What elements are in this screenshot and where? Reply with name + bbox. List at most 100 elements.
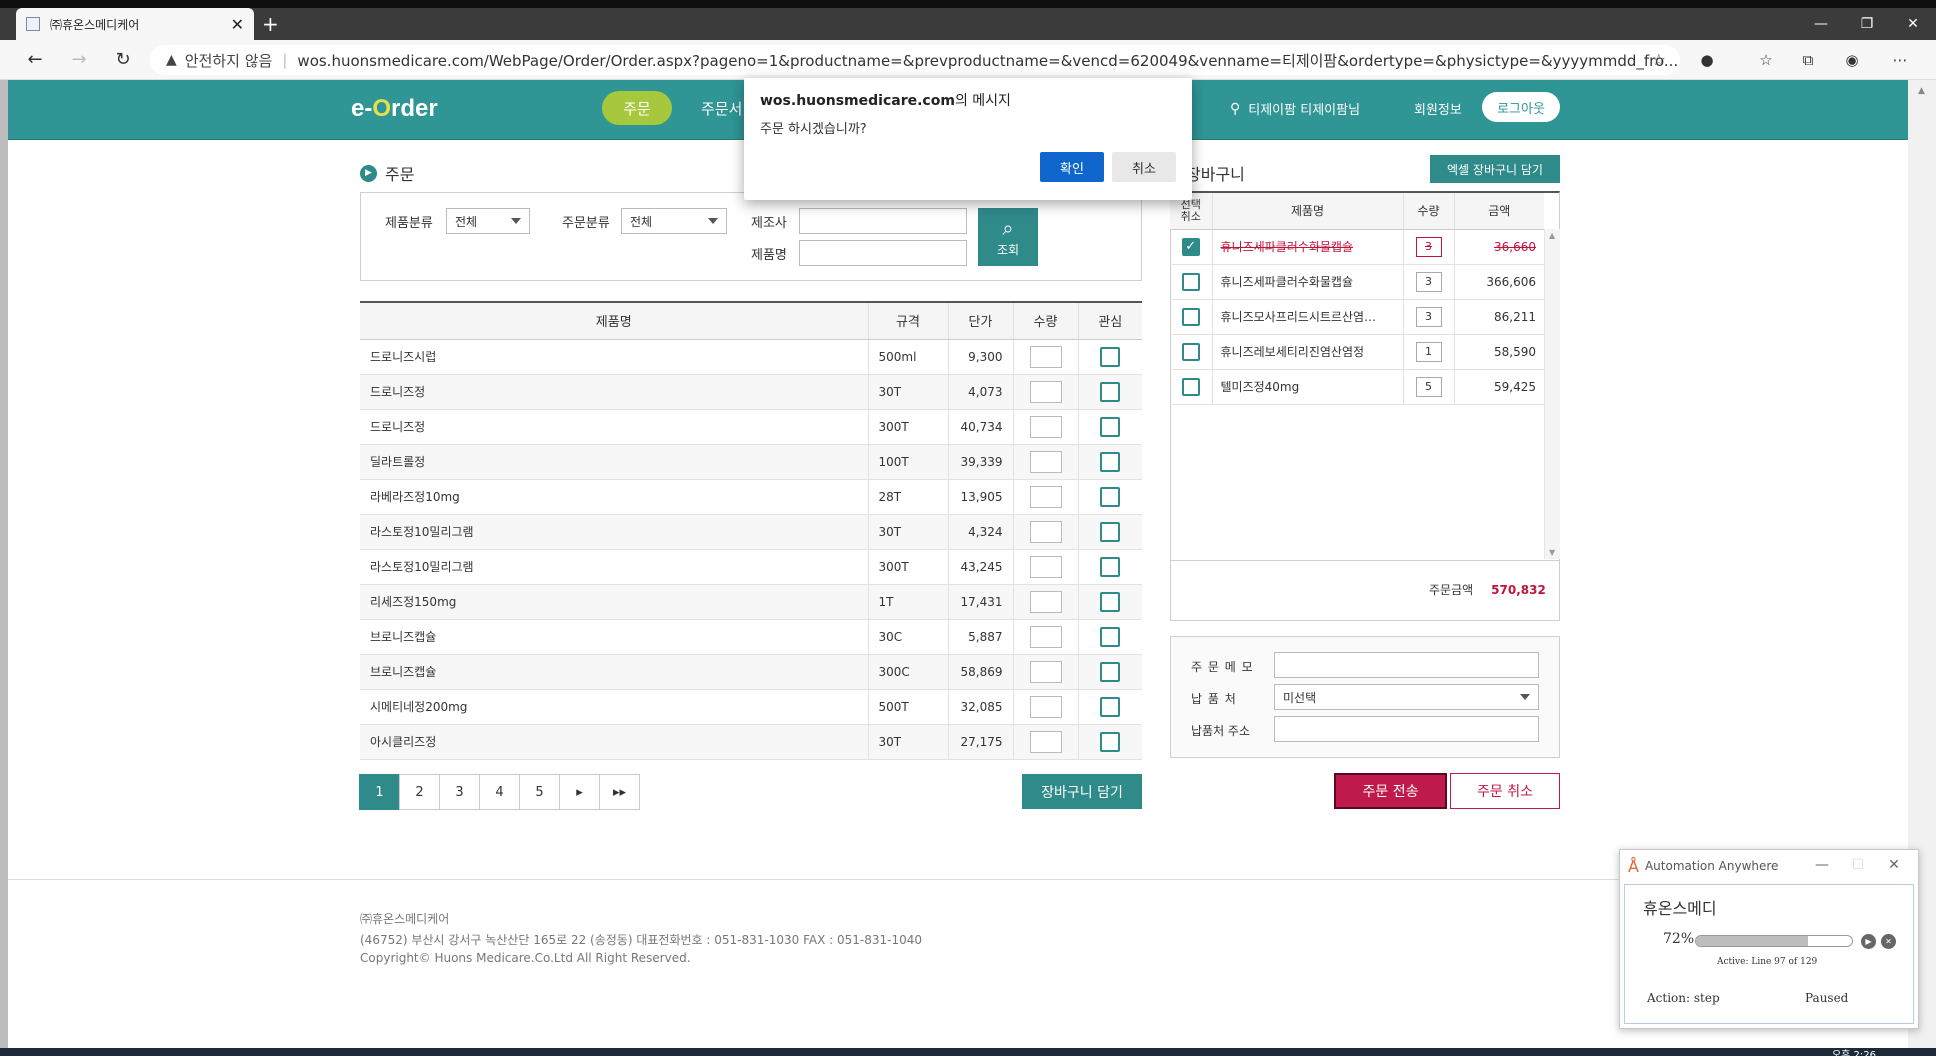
memo-input[interactable] (1274, 652, 1539, 678)
scroll-up-icon[interactable]: ▲ (1918, 86, 1925, 96)
os-taskbar: 오후 2:26 (0, 1048, 1936, 1056)
quantity-input[interactable] (1029, 660, 1062, 683)
page-button[interactable]: 1 (359, 774, 400, 810)
maximize-icon[interactable]: ☐ (1840, 857, 1876, 873)
cart-scrollbar[interactable]: ▲ ▼ (1544, 229, 1560, 559)
excel-cart-button[interactable]: 엑셀 장바구니 담기 (1430, 155, 1560, 183)
page-button[interactable]: 3 (439, 774, 480, 810)
url-separator: | (282, 51, 288, 69)
more-menu-icon[interactable]: ⋯ (1890, 50, 1910, 70)
quantity-input[interactable] (1029, 485, 1062, 508)
cart-qty-cell: 1 (1402, 334, 1454, 370)
address-input[interactable] (1274, 716, 1539, 742)
search-button[interactable]: ⌕ 조회 (978, 208, 1038, 266)
submit-order-button[interactable]: 주문 전송 (1334, 773, 1447, 809)
cart-qty-input[interactable]: 3 (1415, 306, 1442, 327)
chevron-down-icon (1520, 694, 1530, 700)
collections-icon[interactable]: ⧉ (1798, 50, 1818, 70)
stop-icon[interactable]: ✕ (1881, 934, 1896, 949)
page-button[interactable]: ▸▸ (599, 774, 640, 810)
page-button[interactable]: 5 (519, 774, 560, 810)
cancel-checkbox[interactable]: ✓ (1181, 237, 1200, 256)
menu-order-form[interactable]: 주문서 (701, 98, 742, 119)
logout-button[interactable]: 로그아웃 (1482, 92, 1560, 122)
cancel-checkbox[interactable] (1181, 377, 1200, 396)
close-tab-icon[interactable]: ✕ (231, 15, 244, 34)
add-to-cart-button[interactable]: 장바구니 담기 (1022, 774, 1142, 809)
quantity-input[interactable] (1029, 380, 1062, 403)
quantity-input[interactable] (1029, 345, 1062, 368)
site-logo[interactable]: e-Order (351, 95, 438, 123)
product-spec: 300T (867, 549, 948, 585)
order-category-select[interactable]: 전체 (621, 208, 727, 234)
quantity-input[interactable] (1029, 730, 1062, 753)
cart-qty-cell: 5 (1402, 369, 1454, 405)
quantity-input[interactable] (1029, 590, 1062, 613)
interest-checkbox[interactable] (1100, 626, 1121, 647)
refresh-icon[interactable]: ↻ (112, 49, 134, 71)
scroll-down-icon[interactable]: ▼ (1549, 548, 1555, 557)
play-icon[interactable]: ▶ (1861, 934, 1876, 949)
product-spec: 500T (867, 689, 948, 725)
interest-checkbox[interactable] (1100, 696, 1121, 717)
interest-checkbox[interactable] (1100, 731, 1121, 752)
interest-checkbox[interactable] (1100, 381, 1121, 402)
interest-cell (1077, 514, 1142, 550)
dialog-cancel-button[interactable]: 취소 (1112, 152, 1176, 182)
product-price: 9,300 (947, 339, 1013, 375)
restore-icon[interactable]: ❐ (1844, 8, 1890, 40)
quantity-input[interactable] (1029, 555, 1062, 578)
product-name-input[interactable] (799, 240, 967, 266)
interest-checkbox[interactable] (1100, 346, 1121, 367)
minimize-icon[interactable]: — (1798, 8, 1844, 40)
quantity-input[interactable] (1029, 695, 1062, 718)
dialog-message: 주문 하시겠습니까? (760, 122, 867, 137)
cart-qty-input[interactable]: 1 (1415, 341, 1442, 362)
close-icon[interactable]: ✕ (1876, 857, 1912, 873)
delivery-select[interactable]: 미선택 (1274, 684, 1539, 710)
interest-checkbox[interactable] (1100, 521, 1121, 542)
extension-icon[interactable]: ● (1697, 50, 1717, 70)
forward-icon[interactable]: → (68, 49, 90, 71)
interest-checkbox[interactable] (1100, 416, 1121, 437)
interest-checkbox[interactable] (1100, 591, 1121, 612)
favorites-icon[interactable]: ☆ (1756, 50, 1776, 70)
product-category-select[interactable]: 전체 (446, 208, 530, 234)
close-window-icon[interactable]: ✕ (1890, 8, 1936, 40)
interest-checkbox[interactable] (1100, 661, 1121, 682)
cancel-checkbox[interactable] (1181, 342, 1200, 361)
col-cart-amount: 금액 (1453, 193, 1544, 230)
page-button[interactable]: 2 (399, 774, 440, 810)
member-info-link[interactable]: 회원정보 (1414, 99, 1462, 118)
product-spec: 300C (867, 654, 948, 690)
scroll-up-icon[interactable]: ▲ (1549, 231, 1555, 240)
menu-order[interactable]: 주문 (602, 91, 672, 125)
cancel-checkbox[interactable] (1181, 307, 1200, 326)
product-price: 40,734 (947, 409, 1013, 445)
profile-avatar-icon[interactable]: ◉ (1842, 50, 1862, 70)
minimize-icon[interactable]: — (1804, 857, 1840, 873)
favorite-star-icon[interactable]: ☆ (1652, 50, 1666, 69)
quantity-input[interactable] (1029, 625, 1062, 648)
page-button[interactable]: 4 (479, 774, 520, 810)
quantity-input[interactable] (1029, 520, 1062, 543)
cancel-checkbox[interactable] (1181, 272, 1200, 291)
quantity-input[interactable] (1029, 415, 1062, 438)
cancel-order-button[interactable]: 주문 취소 (1450, 773, 1560, 809)
order-category-value: 전체 (630, 214, 653, 229)
url-field[interactable]: ▲ 안전하지 않음 | wos.huonsmedicare.com/WebPag… (150, 45, 1680, 75)
cart-qty-input[interactable]: 3 (1415, 271, 1442, 292)
browser-tab[interactable]: ㈜휴온스메디케어 ✕ (16, 8, 254, 40)
quantity-input[interactable] (1029, 450, 1062, 473)
page-button[interactable]: ▸ (559, 774, 600, 810)
interest-checkbox[interactable] (1100, 451, 1121, 472)
product-price: 39,339 (947, 444, 1013, 480)
cart-qty-input[interactable]: 5 (1415, 376, 1442, 397)
dialog-ok-button[interactable]: 확인 (1040, 152, 1104, 182)
cart-qty-input[interactable]: 3 (1415, 236, 1442, 257)
interest-checkbox[interactable] (1100, 556, 1121, 577)
back-icon[interactable]: ← (24, 49, 46, 71)
new-tab-button[interactable]: + (262, 12, 279, 36)
maker-input[interactable] (799, 208, 967, 234)
interest-checkbox[interactable] (1100, 486, 1121, 507)
